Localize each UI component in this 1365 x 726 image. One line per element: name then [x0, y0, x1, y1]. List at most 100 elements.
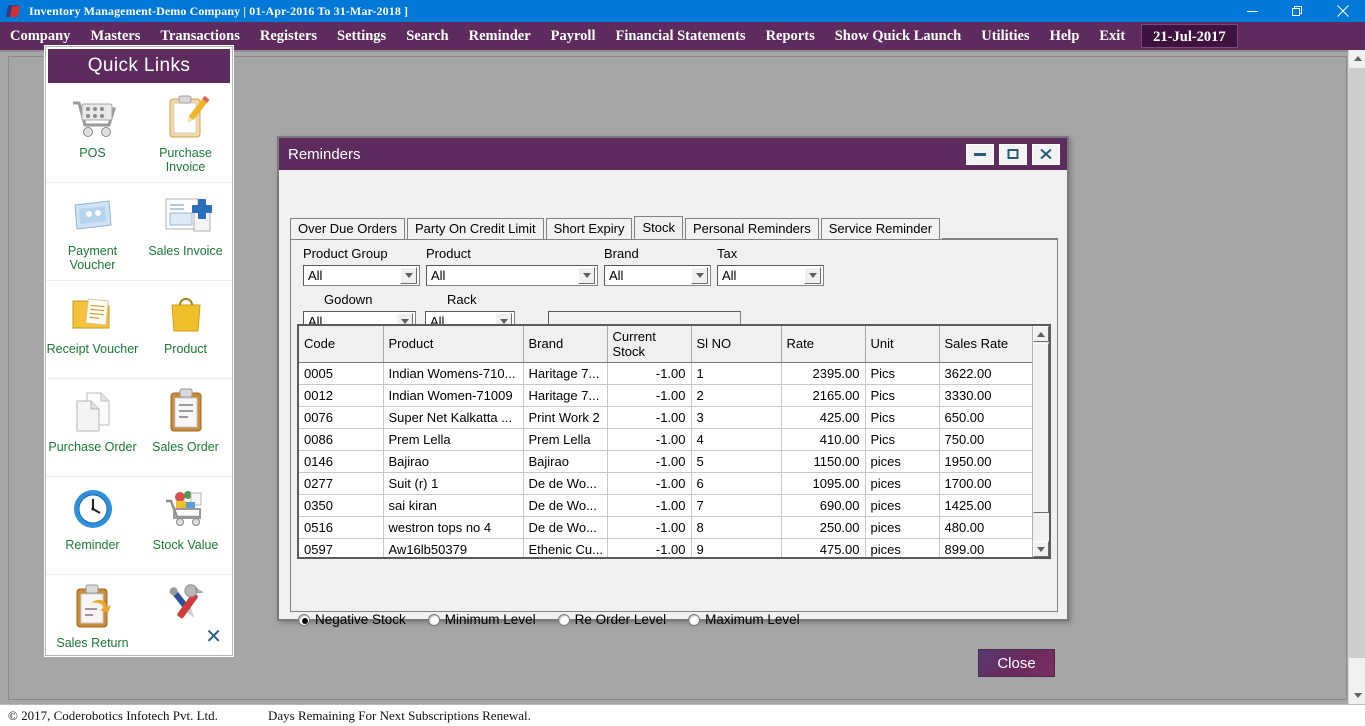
maximize-icon[interactable] — [999, 143, 1027, 165]
quick-link-label: Stock Value — [152, 538, 219, 552]
grid-vertical-scrollbar[interactable] — [1032, 326, 1049, 557]
chevron-down-icon[interactable] — [691, 267, 708, 284]
cell-current-stock: -1.00 — [607, 472, 692, 495]
menu-item-utilities[interactable]: Utilities — [971, 22, 1039, 50]
col-rate[interactable]: Rate — [781, 326, 866, 363]
menu-item-financial-statements[interactable]: Financial Statements — [605, 22, 755, 50]
table-row[interactable]: 0597 Aw16lb50379 Ethenic Cu... -1.00 9 4… — [299, 538, 1032, 557]
scroll-up-arrow-icon[interactable] — [1349, 50, 1365, 67]
full-cart-icon — [158, 483, 214, 535]
menu-item-show-quick-launch[interactable]: Show Quick Launch — [825, 22, 972, 50]
quick-link-product[interactable]: Product — [139, 281, 232, 379]
cell-sales-rate: 650.00 — [939, 406, 1032, 429]
cell-code: 0516 — [299, 516, 384, 539]
radio-indicator — [557, 613, 570, 626]
radio-maximum-level[interactable]: Maximum Level — [688, 612, 800, 627]
menu-item-settings[interactable]: Settings — [327, 22, 396, 50]
tab-service-reminder[interactable]: Service Reminder — [820, 218, 941, 239]
brand-select[interactable]: All — [604, 265, 711, 286]
menu-item-reports[interactable]: Reports — [756, 22, 825, 50]
col-sales-rate[interactable]: Sales Rate — [939, 326, 1032, 363]
workspace-vertical-scrollbar[interactable] — [1348, 50, 1365, 704]
quick-link-purchase-invoice[interactable]: Purchase Invoice — [139, 85, 232, 183]
quick-link-stock-value[interactable]: Stock Value — [139, 477, 232, 575]
table-row[interactable]: 0277 Suit (r) 1 De de Wo... -1.00 6 1095… — [299, 472, 1032, 495]
cell-sl-no: 9 — [691, 538, 782, 557]
tax-value: All — [722, 268, 737, 283]
cell-product: Prem Lella — [383, 428, 524, 451]
cell-unit: pices — [865, 450, 940, 473]
radio-re-order-level[interactable]: Re Order Level — [557, 612, 666, 627]
chevron-down-icon[interactable] — [578, 267, 595, 284]
quick-link-sales-order[interactable]: Sales Order — [139, 379, 232, 477]
table-row[interactable]: 0005 Indian Womens-710... Haritage 7... … — [299, 362, 1032, 385]
cell-brand: Ethenic Cu... — [523, 538, 608, 557]
table-row[interactable]: 0012 Indian Women-71009 Haritage 7... -1… — [299, 384, 1032, 407]
quick-link-payment-voucher[interactable]: Payment Voucher — [46, 183, 139, 281]
cell-sl-no: 3 — [691, 406, 782, 429]
tab-stock[interactable]: Stock — [634, 216, 683, 239]
cell-sl-no: 7 — [691, 494, 782, 517]
tab-party-on-credit-limit[interactable]: Party On Credit Limit — [406, 218, 544, 239]
menu-item-search[interactable]: Search — [396, 22, 458, 50]
cell-unit: Pics — [865, 428, 940, 451]
quick-link-receipt-voucher[interactable]: Receipt Voucher — [46, 281, 139, 379]
quick-link-reminder[interactable]: Reminder — [46, 477, 139, 575]
table-row[interactable]: 0146 Bajirao Bajirao -1.00 5 1150.00 pic… — [299, 450, 1032, 473]
product-select[interactable]: All — [426, 265, 598, 286]
close-button[interactable]: Close — [978, 649, 1055, 677]
scrollbar-thumb[interactable] — [1349, 68, 1365, 658]
quick-link-sales-return[interactable]: Sales Return — [46, 575, 139, 655]
quick-link-pos[interactable]: POS — [46, 85, 139, 183]
cell-code: 0277 — [299, 472, 384, 495]
scroll-down-arrow-icon[interactable] — [1349, 687, 1365, 704]
radio-minimum-level[interactable]: Minimum Level — [427, 612, 536, 627]
cell-current-stock: -1.00 — [607, 384, 692, 407]
col-code[interactable]: Code — [299, 326, 384, 363]
current-date-display: 21-Jul-2017 — [1141, 24, 1238, 48]
menu-item-payroll[interactable]: Payroll — [541, 22, 606, 50]
reminders-tabstrip: Over Due Orders Party On Credit Limit Sh… — [290, 216, 1058, 240]
radio-negative-stock[interactable]: Negative Stock — [298, 612, 406, 627]
chevron-down-icon[interactable] — [804, 267, 821, 284]
radio-indicator — [427, 613, 440, 626]
minimize-icon[interactable] — [966, 143, 994, 165]
subscription-text: Days Remaining For Next Subscriptions Re… — [268, 708, 531, 723]
stock-table-body: 0005 Indian Womens-710... Haritage 7... … — [299, 362, 1032, 557]
scroll-up-arrow-icon[interactable] — [1033, 326, 1049, 342]
tab-short-expiry[interactable]: Short Expiry — [545, 218, 633, 239]
menu-item-help[interactable]: Help — [1040, 22, 1090, 50]
cell-brand: De de Wo... — [523, 494, 608, 517]
table-row[interactable]: 0516 westron tops no 4 De de Wo... -1.00… — [299, 516, 1032, 539]
scroll-down-arrow-icon[interactable] — [1033, 541, 1049, 557]
col-sl-no[interactable]: Sl NO — [691, 326, 782, 363]
product-group-select[interactable]: All — [303, 265, 420, 286]
menu-item-registers[interactable]: Registers — [250, 22, 327, 50]
tab-over-due-orders[interactable]: Over Due Orders — [290, 218, 405, 239]
restore-icon[interactable] — [1275, 0, 1320, 22]
cell-sl-no: 4 — [691, 428, 782, 451]
minimize-icon[interactable] — [1230, 0, 1275, 22]
close-icon[interactable] — [1320, 0, 1365, 22]
quick-link-sales-invoice[interactable]: Sales Invoice — [139, 183, 232, 281]
menu-item-exit[interactable]: Exit — [1089, 22, 1135, 50]
col-unit[interactable]: Unit — [865, 326, 940, 363]
tab-personal-reminders[interactable]: Personal Reminders — [684, 218, 819, 239]
table-header-row: Code Product Brand Current Stock Sl NO R… — [299, 326, 1032, 363]
quick-link-purchase-order[interactable]: Purchase Order — [46, 379, 139, 477]
menu-item-reminder[interactable]: Reminder — [459, 22, 541, 50]
tax-select[interactable]: All — [717, 265, 824, 286]
col-current-stock[interactable]: Current Stock — [607, 326, 692, 363]
scrollbar-thumb[interactable] — [1033, 343, 1049, 513]
col-brand[interactable]: Brand — [523, 326, 608, 363]
table-row[interactable]: 0076 Super Net Kalkatta ... Print Work 2… — [299, 406, 1032, 429]
col-product[interactable]: Product — [383, 326, 524, 363]
cell-current-stock: -1.00 — [607, 362, 692, 385]
close-icon[interactable]: ✕ — [205, 627, 222, 647]
table-row[interactable]: 0086 Prem Lella Prem Lella -1.00 4 410.0… — [299, 428, 1032, 451]
cell-sl-no: 8 — [691, 516, 782, 539]
cell-current-stock: -1.00 — [607, 494, 692, 517]
close-icon[interactable] — [1032, 143, 1060, 165]
table-row[interactable]: 0350 sai kiran De de Wo... -1.00 7 690.0… — [299, 494, 1032, 517]
chevron-down-icon[interactable] — [400, 267, 417, 284]
